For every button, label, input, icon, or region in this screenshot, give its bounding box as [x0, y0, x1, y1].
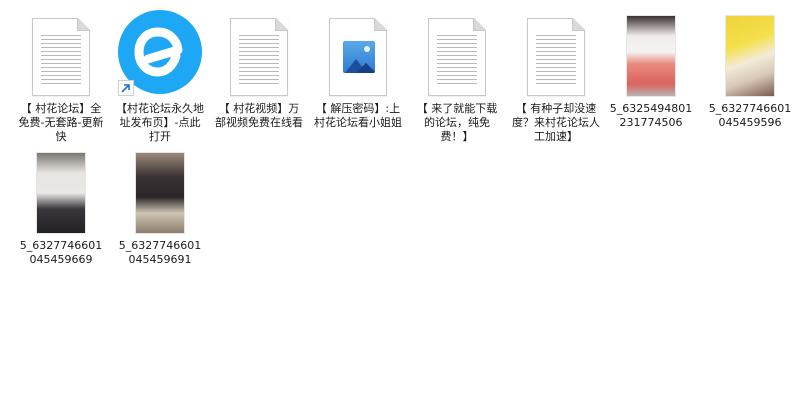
photo-thumbnail	[136, 153, 184, 233]
app-shortcut-icon	[118, 10, 202, 96]
thumbnail	[114, 145, 206, 233]
file-name: 5_6327746601045459596	[708, 102, 792, 129]
file-item[interactable]: 【村花论坛永久地址发布页】-点此打开	[114, 8, 206, 144]
photo-thumbnail	[627, 16, 675, 96]
thumbnail	[411, 8, 503, 96]
file-item[interactable]: 5_6325494801231774506	[605, 8, 697, 130]
thumbnail	[704, 8, 796, 96]
file-name: 5_6325494801231774506	[609, 102, 693, 129]
file-item[interactable]: 5_6327746601045459669	[15, 145, 107, 267]
file-name: 【 解压密码】:上村花论坛看小姐姐	[314, 102, 402, 129]
file-explorer-pane: 【 村花论坛】全免费-无套路-更新快 【村花论坛永久地址发布页】-点此打开 【 …	[0, 0, 800, 401]
file-item[interactable]: 5_6327746601045459691	[114, 145, 206, 267]
file-item[interactable]: 【 有种子却没速度？来村花论坛人工加速】	[510, 8, 602, 144]
file-item[interactable]: 5_6327746601045459596	[704, 8, 796, 130]
file-name: 【村花论坛永久地址发布页】-点此打开	[116, 102, 204, 143]
thumbnail	[605, 8, 697, 96]
photo-thumbnail	[726, 16, 774, 96]
thumbnail	[114, 8, 206, 96]
thumbnail	[213, 8, 305, 96]
text-document-icon	[428, 18, 486, 96]
file-item[interactable]: 【 村花视频】万部视频免费在线看	[213, 8, 305, 130]
file-item[interactable]: 【 来了就能下载的论坛，纯免费！】	[411, 8, 503, 144]
text-document-icon	[527, 18, 585, 96]
file-name: 5_6327746601045459691	[118, 239, 202, 266]
file-item[interactable]: 【 解压密码】:上村花论坛看小姐姐	[312, 8, 404, 130]
file-name: 【 村花论坛】全免费-无套路-更新快	[18, 102, 104, 143]
file-name: 【 有种子却没速度？来村花论坛人工加速】	[512, 102, 600, 143]
text-document-icon	[230, 18, 288, 96]
file-name: 5_6327746601045459669	[19, 239, 103, 266]
file-name: 【 来了就能下载的论坛，纯免费！】	[416, 102, 498, 143]
thumbnail	[15, 8, 107, 96]
file-name: 【 村花视频】万部视频免费在线看	[215, 102, 303, 129]
thumbnail	[15, 145, 107, 233]
shortcut-arrow-icon	[118, 80, 134, 96]
photo-thumbnail	[37, 153, 85, 233]
text-document-icon	[32, 18, 90, 96]
thumbnail	[312, 8, 404, 96]
file-item[interactable]: 【 村花论坛】全免费-无套路-更新快	[15, 8, 107, 144]
image-document-icon	[329, 18, 387, 96]
thumbnail	[510, 8, 602, 96]
